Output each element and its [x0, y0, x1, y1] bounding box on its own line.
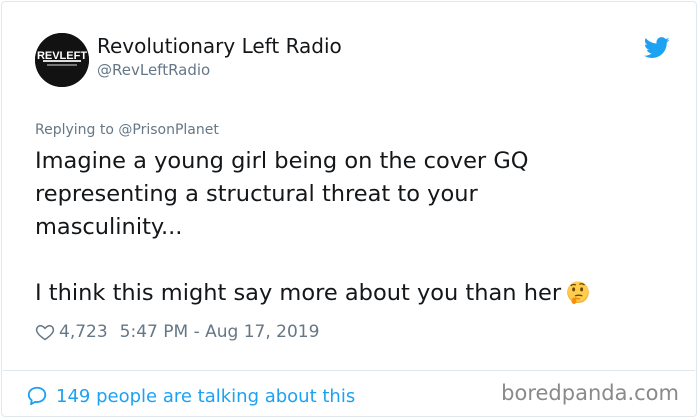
tweet-text: Imagine a young girl being on the cover …: [35, 148, 562, 306]
avatar[interactable]: REVLEFT: [35, 33, 89, 87]
twitter-bird-icon[interactable]: [644, 37, 670, 59]
heart-icon[interactable]: [35, 322, 55, 342]
talking-text: 149 people are talking about this: [56, 385, 356, 407]
thinking-face-emoji: [567, 281, 589, 304]
like-count[interactable]: 4,723: [59, 322, 108, 342]
source-credit: boredpanda.com: [501, 381, 679, 405]
divider: [3, 370, 695, 371]
user-handle[interactable]: @RevLeftRadio: [97, 61, 210, 79]
tweet-meta: 4,723 5:47 PM - Aug 17, 2019: [35, 320, 319, 344]
avatar-logo: REVLEFT: [35, 33, 89, 87]
tweet-body: Imagine a young girl being on the cover …: [35, 145, 675, 310]
reply-context[interactable]: Replying to @PrisonPlanet: [35, 122, 219, 138]
speech-bubble-icon: [27, 386, 47, 406]
display-name[interactable]: Revolutionary Left Radio: [97, 34, 342, 58]
talking-link[interactable]: 149 people are talking about this: [26, 383, 355, 409]
timestamp[interactable]: 5:47 PM - Aug 17, 2019: [120, 322, 320, 342]
avatar-text: REVLEFT: [37, 50, 87, 62]
tweet-card: REVLEFT Revolutionary Left Radio @RevLef…: [1, 1, 697, 417]
